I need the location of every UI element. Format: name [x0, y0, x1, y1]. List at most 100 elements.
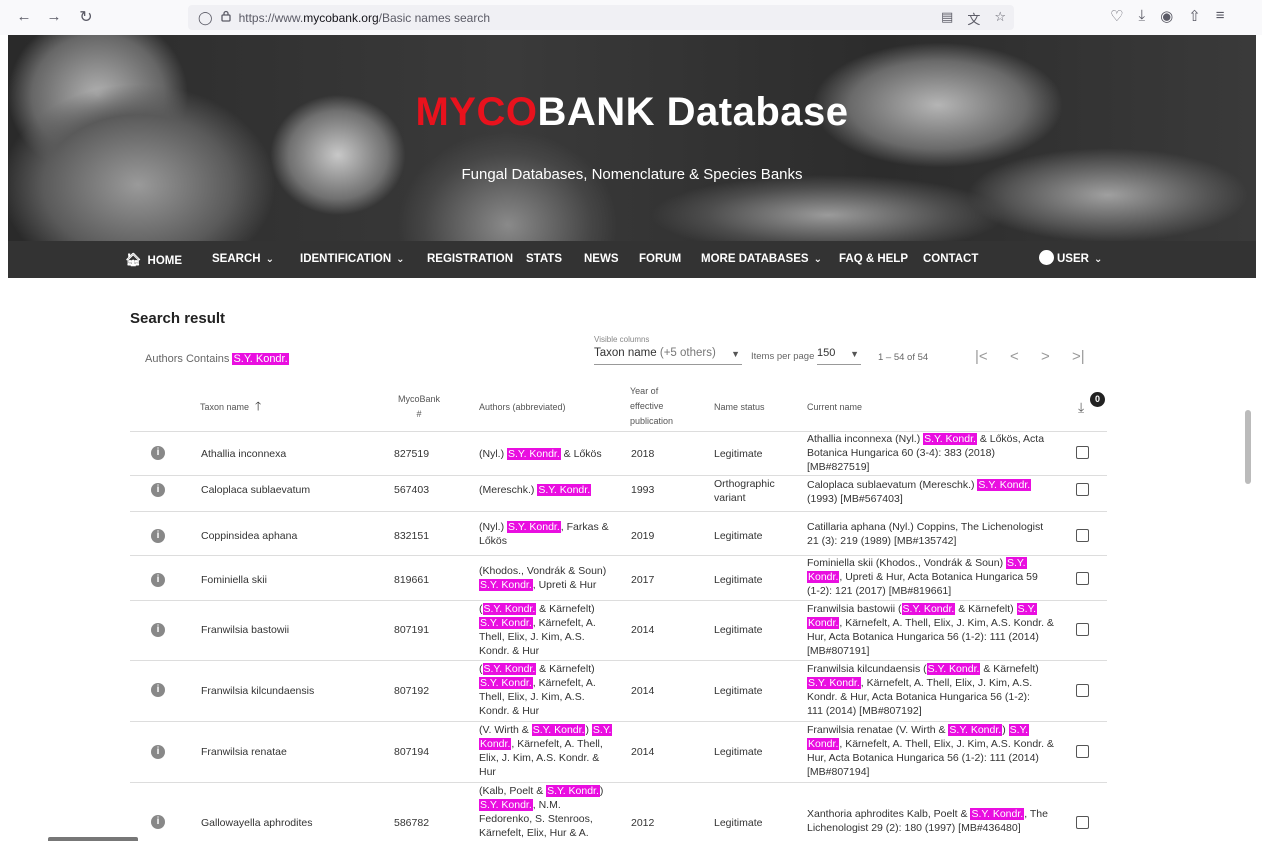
- mycobank-number: 819661: [394, 574, 430, 586]
- nav-forum[interactable]: FORUM: [639, 241, 681, 278]
- cell-text: Xanthoria aphrodites Kalb, Poelt &: [807, 808, 971, 820]
- column-header-taxon-name[interactable]: Taxon name 🡑: [200, 399, 261, 415]
- nav-search[interactable]: SEARCH ⌄: [212, 241, 274, 278]
- shield-icon[interactable]: ◯: [198, 10, 213, 26]
- cell-text: variant: [714, 492, 746, 504]
- bottom-overlay-tab[interactable]: [48, 837, 138, 841]
- column-header-taxon-label: Taxon name: [200, 402, 250, 412]
- visible-columns-select[interactable]: Taxon name (+5 others) ▼: [594, 347, 742, 365]
- taxon-name[interactable]: Franwilsia kilcundaensis: [201, 684, 314, 698]
- taxon-name[interactable]: Franwilsia renatae: [201, 745, 287, 759]
- info-icon[interactable]: i: [151, 745, 165, 759]
- first-page-icon[interactable]: |<: [975, 348, 988, 365]
- cell-text: (Mereschk.): [479, 484, 538, 496]
- nav-more-databases[interactable]: MORE DATABASES ⌄: [701, 241, 822, 278]
- download-button[interactable]: ⤓ 0: [1075, 392, 1105, 418]
- nav-home[interactable]: 🏠︎ HOME: [125, 241, 182, 278]
- mycobank-number: 832151: [394, 530, 430, 542]
- download-arrow-icon: ⤓: [1078, 399, 1085, 415]
- row-select-checkbox[interactable]: [1076, 816, 1089, 829]
- menu-icon[interactable]: ≡: [1216, 7, 1225, 25]
- authors-cell: (Mereschk.) S.Y. Kondr.: [479, 483, 592, 497]
- row-divider: [130, 600, 1107, 601]
- page-scrollbar-thumb[interactable]: [1245, 410, 1251, 484]
- url-bar[interactable]: ◯ https://www.mycobank.org/Basic names s…: [188, 5, 1014, 30]
- row-select-checkbox[interactable]: [1076, 684, 1089, 697]
- chevron-down-icon: ⌄: [1093, 254, 1103, 265]
- nav-registration[interactable]: REGISTRATION: [427, 241, 513, 278]
- cell-text: & Kärnefelt): [980, 663, 1039, 675]
- items-per-page-select[interactable]: 150 ▼: [817, 347, 861, 365]
- column-header-name-status[interactable]: Name status: [714, 400, 765, 415]
- cell-text: Franwilsia kilcundaensis (S.Y. Kondr. & …: [807, 662, 1039, 676]
- row-select-checkbox[interactable]: [1076, 483, 1089, 496]
- current-name-cell: Franwilsia renatae (V. Wirth & S.Y. Kond…: [807, 723, 1054, 779]
- cell-text: , Kärnefelt, A. Thell,: [511, 738, 603, 750]
- cell-text: (Nyl.): [479, 521, 507, 533]
- info-icon[interactable]: i: [151, 573, 165, 587]
- back-arrow-icon[interactable]: ←: [12, 8, 36, 25]
- info-icon[interactable]: i: [151, 483, 165, 497]
- taxon-name[interactable]: Caloplaca sublaevatum: [201, 483, 310, 497]
- account-icon[interactable]: ◉: [1160, 7, 1173, 25]
- nav-identification[interactable]: IDENTIFICATION ⌄: [300, 241, 405, 278]
- cell-text: , Kärnefelt, A.: [532, 677, 596, 689]
- taxon-name[interactable]: Athallia inconnexa: [201, 447, 286, 461]
- extensions-icon[interactable]: ⇧: [1188, 7, 1201, 25]
- next-page-icon[interactable]: >: [1041, 348, 1050, 365]
- current-name-cell: Franwilsia bastowii (S.Y. Kondr. & Kärne…: [807, 602, 1054, 658]
- nav-news[interactable]: NEWS: [584, 241, 619, 278]
- nav-faq-help[interactable]: FAQ & HELP: [839, 241, 908, 278]
- nav-user[interactable]: USER ⌄: [1039, 241, 1102, 278]
- column-header-year-line2: effective: [630, 401, 664, 411]
- row-select-checkbox[interactable]: [1076, 446, 1089, 459]
- previous-page-icon[interactable]: <: [1010, 348, 1019, 365]
- cell-text: Fedorenko, S. Stenroos,: [479, 813, 593, 825]
- column-header-current-name[interactable]: Current name: [807, 400, 862, 415]
- chevron-down-icon: ⌄: [813, 254, 822, 265]
- last-page-icon[interactable]: >|: [1072, 348, 1085, 365]
- highlighted-author: Kondr.: [479, 738, 512, 750]
- browser-toolbar: ← → ↻ ◯ https://www.mycobank.org/Basic n…: [0, 0, 1262, 35]
- row-select-checkbox[interactable]: [1076, 529, 1089, 542]
- row-select-checkbox[interactable]: [1076, 745, 1089, 758]
- row-select-checkbox[interactable]: [1076, 623, 1089, 636]
- highlighted-author: S.Y. Kondr.: [482, 663, 537, 675]
- highlighted-author: S.Y. Kondr.: [807, 677, 861, 689]
- info-icon[interactable]: i: [151, 683, 165, 697]
- column-header-mycobank[interactable]: MycoBank #: [396, 392, 442, 422]
- forward-arrow-icon[interactable]: →: [42, 8, 66, 25]
- cell-text: , Kärnefelt, A. Thell, Elix, J. Kim, A.S…: [860, 677, 1033, 689]
- info-icon[interactable]: i: [151, 446, 165, 460]
- taxon-name[interactable]: Franwilsia bastowii: [201, 623, 289, 637]
- taxon-name[interactable]: Coppinsidea aphana: [201, 529, 297, 543]
- cell-text: (V. Wirth &: [479, 724, 532, 736]
- authors-cell: (Nyl.) S.Y. Kondr. & Lőkös: [479, 447, 602, 461]
- translate-icon[interactable]: 文: [967, 9, 980, 28]
- site-title-red: MYCO: [415, 90, 538, 134]
- cell-text: , Kärnefelt, A.: [532, 617, 596, 629]
- reload-icon[interactable]: ↻: [74, 7, 98, 27]
- download-icon[interactable]: ⤓: [1138, 7, 1145, 25]
- filter-prefix: Authors Contains: [145, 353, 233, 365]
- bookmark-star-icon[interactable]: ☆: [994, 9, 1006, 28]
- reader-view-icon[interactable]: ▤: [941, 9, 953, 28]
- cell-text: (: [479, 603, 483, 615]
- highlighted-author: S.Y. Kondr.: [537, 484, 592, 496]
- info-icon[interactable]: i: [151, 529, 165, 543]
- chevron-down-icon: ⌄: [265, 254, 274, 265]
- lock-icon[interactable]: [220, 10, 231, 25]
- row-select-checkbox[interactable]: [1076, 572, 1089, 585]
- taxon-name[interactable]: Fominiella skii: [201, 573, 267, 587]
- info-icon[interactable]: i: [151, 623, 165, 637]
- column-header-authors[interactable]: Authors (abbreviated): [479, 400, 566, 415]
- nav-user-label: USER: [1057, 253, 1089, 265]
- info-icon[interactable]: i: [151, 815, 165, 829]
- pocket-icon[interactable]: ♡: [1110, 7, 1123, 25]
- column-header-year[interactable]: Year of effective publication: [630, 384, 673, 429]
- nav-contact[interactable]: CONTACT: [923, 241, 978, 278]
- nav-stats[interactable]: STATS: [526, 241, 562, 278]
- taxon-name[interactable]: Gallowayella aphrodites: [201, 816, 312, 830]
- highlighted-author: S.Y. Kondr.: [479, 617, 533, 629]
- cell-text: Orthographic: [714, 478, 775, 490]
